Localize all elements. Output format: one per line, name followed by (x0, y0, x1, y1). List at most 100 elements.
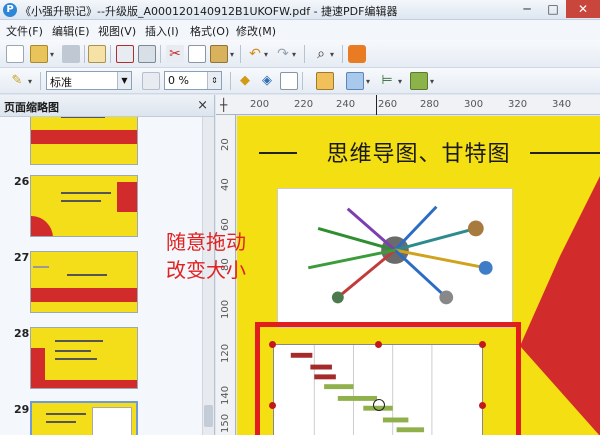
wand-dropdown-icon[interactable]: ▾ (28, 77, 32, 86)
new-document-icon[interactable] (6, 45, 24, 63)
red-triangle-decoration (520, 176, 600, 435)
toolbar-divider (302, 72, 303, 90)
ruler-label: 120 (220, 343, 231, 363)
percent-field[interactable]: 0 % ⇕ (164, 71, 222, 90)
toolbar-divider (110, 45, 111, 63)
gantt-chart-image[interactable] (273, 344, 483, 435)
undo-dropdown-icon[interactable]: ▾ (264, 50, 268, 59)
ruler-label: 220 (294, 99, 314, 110)
horizontal-ruler: ┼ 200 220 240 260 280 300 320 340 (216, 95, 600, 115)
main-toolbar: ▾ ✂ ▾ ↶ ▾ ↷ ▾ ⌕ ▾ (0, 40, 600, 68)
toolbar-divider (40, 72, 41, 90)
ruler-label: 280 (420, 99, 440, 110)
ruler-label: 200 (250, 99, 270, 110)
page-number: 26 (14, 175, 30, 188)
resize-handle[interactable] (479, 341, 486, 348)
drag-resize-annotation: 随意拖动 改变大小 (166, 228, 246, 284)
wand-icon[interactable]: ✎ (8, 72, 26, 90)
minimize-button[interactable]: ─ (514, 0, 540, 18)
title-rule-right (530, 152, 600, 154)
resize-handle[interactable] (375, 341, 382, 348)
ruler-label: 240 (336, 99, 356, 110)
chevron-down-icon[interactable]: ▼ (117, 72, 131, 89)
toolbar-divider (160, 45, 161, 63)
maximize-button[interactable]: □ (540, 0, 566, 18)
zoom-dropdown-icon[interactable]: ▾ (330, 50, 334, 59)
redo-icon[interactable]: ↷ (274, 45, 292, 63)
ruler-label: 320 (508, 99, 528, 110)
format-toolbar: ✎ ▾ 标准 ▼ 0 % ⇕ ◆ ◈ ▾ ⊨ ▾ ▾ (0, 68, 600, 94)
annotation-line-1: 随意拖动 (166, 230, 246, 254)
page-thumbnail-25[interactable] (30, 117, 138, 165)
timer-icon[interactable] (348, 45, 366, 63)
resize-handle[interactable] (479, 402, 486, 409)
page-thumbnail-27[interactable] (30, 251, 138, 313)
copy-icon[interactable] (188, 45, 206, 63)
arrange-dropdown-icon[interactable]: ▾ (430, 77, 434, 86)
pdf-page[interactable]: 思维导图、甘特图 (237, 116, 600, 435)
print-icon[interactable] (138, 45, 156, 63)
align-dropdown-icon[interactable]: ▾ (398, 77, 402, 86)
percent-value: 0 % (168, 74, 189, 87)
fill-bucket-icon[interactable]: ◈ (258, 72, 276, 90)
page-thumbnail-26[interactable] (30, 175, 138, 237)
ruler-label: 140 (220, 385, 231, 405)
arrange-icon[interactable] (410, 72, 428, 90)
resize-handle[interactable] (269, 341, 276, 348)
ruler-label: 340 (552, 99, 572, 110)
edit-document-icon[interactable] (88, 45, 106, 63)
spin-arrows-icon[interactable]: ⇕ (207, 72, 221, 89)
ruler-label: 300 (464, 99, 484, 110)
window-title: 《小强升职记》--升级版_A000120140912B1UKOFW.pdf - … (20, 5, 398, 18)
cut-icon[interactable]: ✂ (166, 45, 184, 63)
line-color-icon[interactable] (280, 72, 298, 90)
toolbar-divider (230, 72, 231, 90)
page-number: 28 (14, 327, 30, 340)
panel-title: 页面缩略图 (4, 101, 59, 114)
ruler-label: 20 (220, 138, 231, 151)
select-object-icon[interactable] (346, 72, 364, 90)
menu-view[interactable]: 视图(V) (98, 23, 136, 39)
title-bar: P 《小强升职记》--升级版_A000120140912B1UKOFW.pdf … (0, 0, 600, 20)
rotate-handle-icon[interactable] (373, 399, 385, 411)
menu-edit[interactable]: 编辑(E) (52, 23, 90, 39)
page-thumbnail-28[interactable] (30, 327, 138, 389)
open-dropdown-icon[interactable]: ▾ (50, 50, 54, 59)
zoom-search-icon[interactable]: ⌕ (312, 45, 330, 63)
image-icon[interactable] (316, 72, 334, 90)
menu-format[interactable]: 格式(O) (190, 23, 229, 39)
menu-file[interactable]: 文件(F) (6, 23, 43, 39)
export-pdf-icon[interactable] (116, 45, 134, 63)
app-logo-icon: P (3, 3, 17, 17)
paste-icon[interactable] (210, 45, 228, 63)
ruler-label: 100 (220, 299, 231, 319)
close-button[interactable]: ✕ (566, 0, 600, 18)
ruler-label: 150 (220, 413, 231, 433)
ruler-origin-icon: ┼ (220, 98, 228, 112)
annotation-line-2: 改变大小 (166, 258, 246, 282)
page-number: 29 (14, 403, 30, 416)
document-canvas[interactable]: 思维导图、甘特图 (237, 116, 600, 435)
menu-modify[interactable]: 修改(M) (236, 23, 276, 39)
open-folder-icon[interactable] (30, 45, 48, 63)
menu-insert[interactable]: 插入(I) (145, 23, 179, 39)
style-select-value: 标准 (50, 76, 72, 89)
menu-bar: 文件(F) 编辑(E) 视图(V) 插入(I) 格式(O) 修改(M) (0, 20, 600, 40)
undo-icon[interactable]: ↶ (246, 45, 264, 63)
resize-handle[interactable] (269, 402, 276, 409)
toolbar-divider (84, 45, 85, 63)
ruler-label: 260 (378, 99, 398, 110)
align-icon[interactable]: ⊨ (378, 72, 396, 90)
highlight-icon[interactable]: ◆ (236, 72, 254, 90)
ruler-label: 40 (220, 178, 231, 191)
panel-close-icon[interactable]: × (197, 98, 208, 113)
select-dropdown-icon[interactable]: ▾ (366, 77, 370, 86)
toolbar-divider (304, 45, 305, 63)
mind-map-image[interactable] (277, 188, 513, 328)
style-select[interactable]: 标准 ▼ (46, 71, 132, 90)
page-thumbnail-29-selected[interactable] (30, 401, 138, 435)
scrollbar-thumb[interactable] (204, 405, 213, 427)
redo-dropdown-icon[interactable]: ▾ (292, 50, 296, 59)
save-icon[interactable] (62, 45, 80, 63)
paste-dropdown-icon[interactable]: ▾ (230, 50, 234, 59)
